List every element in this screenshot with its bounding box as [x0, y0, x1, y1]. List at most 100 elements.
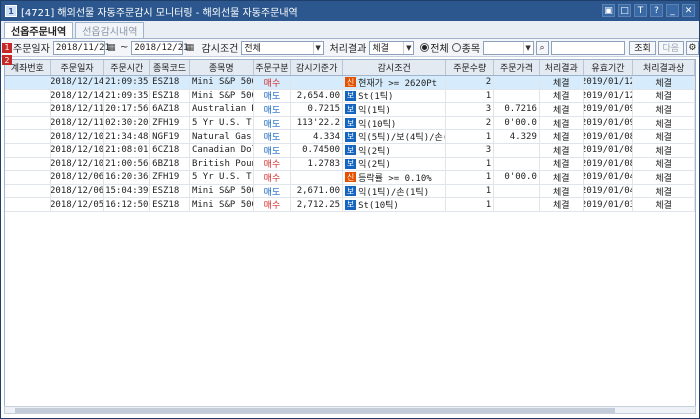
table-cell-side: 매도 [254, 143, 292, 157]
table-row[interactable]: 2018/12/1021:08:016CZ18Canadian Dolla매도0… [5, 143, 695, 158]
table-cell-date: 2018/12/06 [50, 184, 105, 198]
table-cell-expiry: 2019/01/08 [583, 130, 634, 143]
table-cell-code: 6BZ18 [150, 157, 190, 171]
table-cell-account [5, 143, 51, 157]
table-cell-name: Canadian Dolla [190, 143, 254, 157]
tab-order-history[interactable]: 선옵주문내역 [4, 22, 74, 38]
column-header[interactable]: 종목코드 [150, 60, 190, 75]
date-from-input[interactable]: 2018/11/21 [52, 40, 110, 55]
table-cell-base: 113'22.2 [291, 116, 344, 130]
screen-icon[interactable]: □ [618, 4, 631, 17]
column-header[interactable]: 주문일자 [51, 60, 105, 75]
table-row[interactable]: 2018/12/0516:12:50ESZ18Mini S&P 500(1매수2… [5, 198, 695, 212]
calendar-icon[interactable]: ▦ [184, 42, 195, 54]
result-select[interactable]: 체결 ▼ [369, 40, 415, 55]
table-cell-name: 5 Yr U.S. T-No [190, 116, 254, 130]
table-row[interactable]: 2018/12/1021:00:566BZ18British Pound(매수1… [5, 157, 695, 172]
next-button[interactable]: 다음 [657, 40, 684, 55]
condition-tag: 보 [345, 104, 357, 115]
radio-item-label: 종목 [461, 44, 481, 55]
table-cell-time: 21:08:01 [105, 143, 151, 157]
table-row[interactable]: 2018/12/1421:09:35ESZ18Mini S&P 500(1매수 신… [5, 76, 695, 90]
table-cell-time: 15:04:39 [105, 184, 151, 198]
table-cell-date: 2018/12/05 [50, 198, 105, 211]
table-cell-code: ESZ18 [150, 89, 190, 103]
column-header[interactable]: 감시기준가 [291, 60, 344, 75]
table-row[interactable]: 2018/12/1421:09:35ESZ18Mini S&P 500(1매도2… [5, 89, 695, 104]
radio-dot [420, 43, 430, 52]
table-cell-qty: 1 [446, 198, 495, 211]
search-icon[interactable]: ⌕ [535, 40, 549, 55]
table-cell-account [5, 76, 51, 89]
close-icon[interactable]: ✕ [682, 4, 695, 17]
radio-item[interactable]: 종목 [451, 40, 481, 55]
condition-tag: 보 [345, 186, 357, 197]
table-row[interactable]: 2018/12/1021:34:48NGF19Natural Gas(19매도4… [5, 130, 695, 144]
column-header[interactable]: 주문수량 [446, 60, 495, 75]
table-cell-name: Mini S&P 500(1 [190, 89, 254, 103]
table-cell-result2: 체결 [633, 76, 695, 89]
column-header[interactable]: 감시조건 [343, 60, 447, 75]
search-input[interactable] [550, 40, 626, 55]
table-cell-name: Mini S&P 500(1 [190, 184, 254, 198]
column-header[interactable]: 주문가격 [494, 60, 540, 75]
table-cell-price: 0.7216 [494, 103, 540, 116]
query-button[interactable]: 조회 [629, 40, 656, 55]
radio-all[interactable]: 전체 [420, 40, 449, 55]
table-row[interactable]: 2018/12/1102:30:20ZFH195 Yr U.S. T-No매도1… [5, 116, 695, 131]
window-controls: ▣ □ T ? _ ✕ [602, 4, 695, 17]
window-list-icon[interactable]: ▣ [602, 4, 615, 17]
table-cell-date: 2018/12/10 [50, 130, 105, 143]
item-select[interactable]: ▼ [483, 40, 534, 55]
app-icon: 1 [5, 5, 17, 17]
table-row[interactable]: 2018/12/0615:04:39ESZ18Mini S&P 500(1매도2… [5, 184, 695, 199]
table-cell-price [494, 184, 540, 198]
table-cell-result: 체결 [540, 130, 584, 143]
result-label: 처리결과 [329, 44, 367, 55]
table-cell-name: Natural Gas(19 [190, 130, 254, 143]
order-grid[interactable]: 계좌번호 주문일자 주문시간 종목코드 종목명 주문구분 감시기준가 감시조건 주문수량 주문가격… [4, 59, 696, 409]
table-cell-side: 매도 [254, 89, 292, 103]
title-bar[interactable]: 1 [4721] 해외선물 자동주문감시 모니터링 - 해외선물 자동주문내역 … [1, 1, 699, 21]
minimize-icon[interactable]: _ [666, 4, 679, 17]
date-to-input[interactable]: 2018/12/21 [131, 40, 189, 55]
table-row[interactable]: 2018/12/1120:17:566AZ18Australian Dol매도0… [5, 103, 695, 117]
column-header[interactable]: 주문구분 [254, 60, 292, 75]
table-row[interactable]: 2018/12/0616:20:36ZFH195 Yr U.S. T-No매수 신… [5, 171, 695, 185]
table-cell-code: ZFH19 [150, 171, 190, 184]
table-cell-code: ZFH19 [150, 116, 190, 130]
table-cell-date: 2018/12/11 [50, 116, 105, 130]
help-icon[interactable]: ? [650, 4, 663, 17]
table-cell-price [494, 157, 540, 171]
table-cell-name: British Pound( [190, 157, 254, 171]
column-header[interactable]: 종목명 [190, 60, 254, 75]
table-cell-side: 매도 [254, 103, 292, 116]
condition-text: 익(5틱)/보(4틱)/손(5 [358, 133, 447, 143]
horizontal-scrollbar[interactable] [4, 406, 696, 414]
table-cell-time: 16:12:50 [105, 198, 151, 211]
table-cell-code: ESZ18 [150, 198, 190, 211]
table-cell-base [291, 76, 344, 89]
tab-monitor-history[interactable]: 선옵감시내역 [75, 22, 145, 38]
column-header[interactable]: 주문시간 [104, 60, 151, 75]
table-cell-side: 매도 [254, 184, 292, 198]
radio-all-label: 전체 [430, 44, 449, 55]
gear-icon[interactable]: ⚙ [685, 40, 700, 55]
table-cell-result: 체결 [540, 89, 584, 103]
calendar-icon[interactable]: ▦ [106, 42, 117, 54]
table-cell-result2: 체결 [633, 116, 695, 130]
column-header[interactable]: 유효기간 [584, 60, 634, 75]
table-cell-cond: 보 St(1틱) [343, 89, 447, 103]
table-cell-side: 매도 [254, 116, 292, 130]
condition-text: 익(10틱) [358, 119, 397, 130]
table-cell-name: Mini S&P 500(1 [190, 76, 254, 89]
table-cell-name: Mini S&P 500(1 [190, 198, 254, 211]
table-cell-time: 21:00:56 [105, 157, 151, 171]
column-header[interactable]: 처리결과상 [633, 60, 695, 75]
text-icon[interactable]: T [634, 4, 647, 17]
condition-select[interactable]: 전체 ▼ [241, 40, 324, 55]
table-cell-cond: 보 익(1틱)/손(1틱) [343, 184, 447, 198]
table-cell-time: 20:17:56 [105, 103, 151, 116]
scroll-thumb[interactable] [15, 408, 615, 413]
column-header[interactable]: 처리결과 [540, 60, 584, 75]
